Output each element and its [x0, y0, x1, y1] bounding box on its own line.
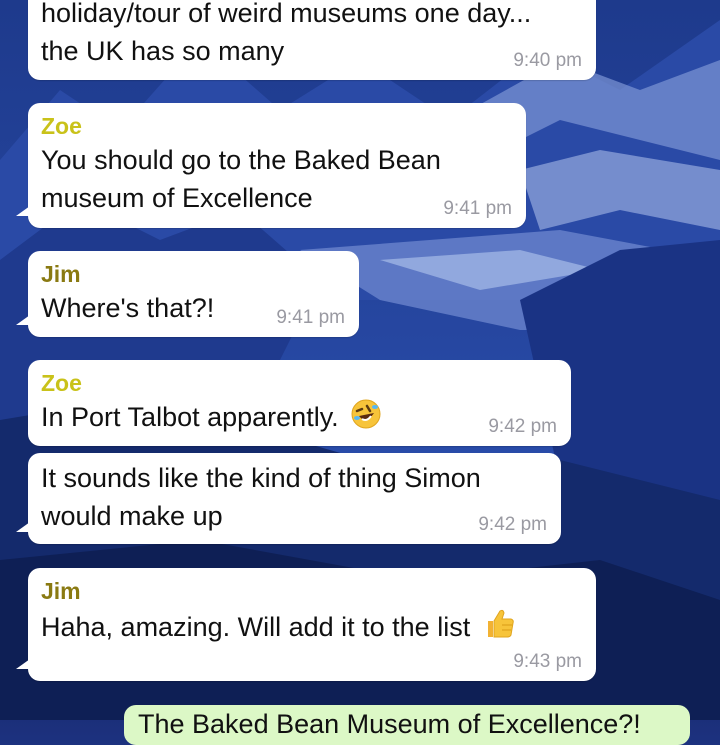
- message-timestamp: 9:42 pm: [478, 514, 547, 535]
- message-text-line: Haha, amazing. Will add it to the list: [41, 606, 584, 650]
- message-timestamp: 9:42 pm: [488, 416, 557, 437]
- message-text: The Baked Bean Museum of Excellence?!: [138, 709, 641, 739]
- message-text-line: holiday/tour of weird museums one day...: [41, 0, 532, 28]
- message-bubble[interactable]: Jim Haha, amazing. Will add it to the li…: [16, 568, 596, 681]
- message-timestamp: 9:43 pm: [513, 651, 582, 672]
- message-text: Haha, amazing. Will add it to the list: [41, 612, 471, 642]
- message-text: In Port Talbot apparently.: [41, 402, 339, 432]
- message-timestamp: 9:40 pm: [513, 50, 582, 71]
- sender-name: Jim: [41, 578, 81, 604]
- message-text-line: would make up: [41, 501, 223, 531]
- message-timestamp: 9:41 pm: [443, 198, 512, 219]
- message-timestamp: 9:41 pm: [276, 307, 345, 328]
- sender-name: Zoe: [41, 370, 82, 396]
- message-text-line: the UK has so many: [41, 36, 285, 66]
- message-text-line: You should go to the Baked Bean: [41, 145, 441, 175]
- sender-name: Zoe: [41, 113, 82, 139]
- message-bubble[interactable]: Jim Where's that?! 9:41 pm: [16, 251, 359, 337]
- sender-name: Jim: [41, 261, 81, 287]
- thumbs-up-emoji: [482, 606, 516, 650]
- rolling-on-floor-laughing-emoji: [350, 398, 382, 440]
- message-bubble[interactable]: It sounds like the kind of thing Simon w…: [16, 453, 561, 544]
- outgoing-message-bubble[interactable]: The Baked Bean Museum of Excellence?!: [124, 705, 690, 745]
- message-bubble[interactable]: Zoe In Port Talbot apparently. 9:42 pm: [28, 360, 571, 446]
- message-bubble[interactable]: Zoe You should go to the Baked Bean muse…: [16, 103, 526, 228]
- message-text-line: It sounds like the kind of thing Simon: [41, 463, 481, 493]
- message-text-line: In Port Talbot apparently.: [41, 398, 559, 440]
- message-bubble[interactable]: holiday/tour of weird museums one day...…: [28, 0, 596, 80]
